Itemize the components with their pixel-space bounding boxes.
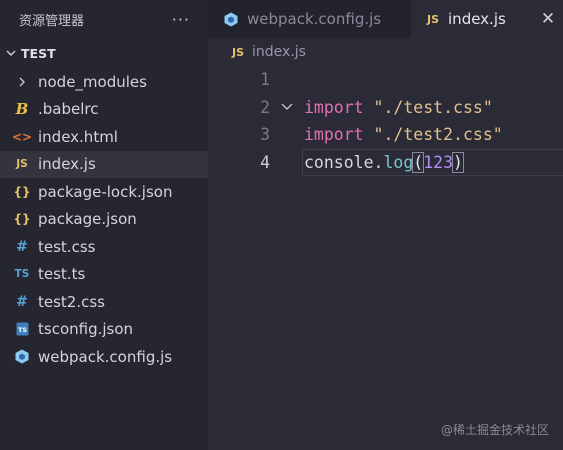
close-icon[interactable]: ✕ bbox=[533, 9, 563, 29]
tree-item-index-html[interactable]: <> index.html bbox=[0, 123, 208, 151]
code-text: import "./test2.css" bbox=[304, 125, 503, 144]
tree-item-package-json[interactable]: {} package.json bbox=[0, 206, 208, 234]
chevron-right-icon bbox=[13, 76, 31, 88]
tree-item-test-css[interactable]: # test.css bbox=[0, 233, 208, 261]
string-token: "./test.css" bbox=[373, 97, 493, 117]
line-number: 4 bbox=[260, 152, 270, 172]
watermark: @稀土掘金技术社区 bbox=[440, 423, 549, 437]
tsconfig-icon: TS bbox=[13, 322, 31, 336]
file-tree: node_modules B .babelrc <> index.html JS… bbox=[0, 68, 208, 371]
css-icon: # bbox=[16, 293, 28, 310]
tab-webpack-config-js[interactable]: webpack.config.js bbox=[208, 0, 411, 38]
explorer-sidebar: 资源管理器 ··· TEST node_modules B .babelrc <… bbox=[0, 0, 208, 450]
paren-close-token: ) bbox=[452, 151, 464, 173]
more-actions-icon[interactable]: ··· bbox=[172, 10, 190, 29]
code-line-2: 2 import "./test.css" bbox=[208, 94, 563, 122]
explorer-header: 资源管理器 ··· bbox=[0, 0, 208, 38]
line-number: 1 bbox=[260, 70, 270, 90]
webpack-icon bbox=[224, 12, 238, 27]
chevron-down-icon[interactable] bbox=[270, 101, 304, 113]
breadcrumb: JS index.js bbox=[208, 38, 563, 66]
json-icon: {} bbox=[13, 212, 31, 227]
tree-item-label: tsconfig.json bbox=[38, 320, 134, 339]
tree-item-label: test.ts bbox=[38, 265, 86, 284]
folder-section-label: TEST bbox=[21, 45, 56, 61]
breadcrumb-file[interactable]: index.js bbox=[252, 44, 306, 60]
tab-label: index.js bbox=[448, 10, 506, 28]
editor-window: 资源管理器 ··· TEST node_modules B .babelrc <… bbox=[0, 0, 563, 450]
tree-item-label: test.css bbox=[38, 237, 96, 256]
svg-text:TS: TS bbox=[17, 326, 26, 334]
tree-item-label: test2.css bbox=[38, 292, 105, 311]
folder-section-test[interactable]: TEST bbox=[0, 38, 208, 68]
tree-item-label: index.js bbox=[38, 155, 96, 174]
keyword-token: import bbox=[304, 125, 364, 145]
tree-item-tsconfig-json[interactable]: TS tsconfig.json bbox=[0, 316, 208, 344]
line-number: 2 bbox=[260, 97, 270, 117]
line-number: 3 bbox=[260, 125, 270, 145]
js-icon: JS bbox=[427, 12, 440, 26]
tree-item-label: package-lock.json bbox=[38, 182, 173, 201]
json-icon: {} bbox=[13, 184, 31, 199]
babel-icon: B bbox=[15, 100, 29, 119]
html-icon: <> bbox=[11, 129, 33, 144]
tree-item-label: index.html bbox=[38, 127, 118, 146]
chevron-down-icon bbox=[4, 47, 18, 59]
tree-item-label: .babelrc bbox=[38, 100, 99, 119]
ts-icon: TS bbox=[14, 268, 30, 281]
object-token: console bbox=[304, 152, 374, 172]
paren-open-token: ( bbox=[412, 151, 425, 173]
code-line-1: 1 bbox=[208, 66, 563, 94]
code-text: import "./test.css" bbox=[304, 98, 493, 117]
code-text: console.log(123) bbox=[304, 151, 464, 173]
function-token: log bbox=[383, 152, 414, 172]
webpack-icon bbox=[13, 349, 31, 364]
tree-item-webpack-config-js[interactable]: webpack.config.js bbox=[0, 343, 208, 371]
tree-item-test-ts[interactable]: TS test.ts bbox=[0, 261, 208, 289]
tree-item-label: package.json bbox=[38, 210, 137, 229]
tree-item-test2-css[interactable]: # test2.css bbox=[0, 288, 208, 316]
editor-tabs: webpack.config.js JS index.js ✕ bbox=[208, 0, 563, 38]
explorer-title: 资源管理器 bbox=[19, 13, 85, 29]
tree-item-node-modules[interactable]: node_modules bbox=[0, 68, 208, 96]
code-line-4: 4 console.log(123) bbox=[208, 148, 563, 177]
code-line-3: 3 import "./test2.css" bbox=[208, 121, 563, 149]
tab-index-js[interactable]: JS index.js ✕ bbox=[411, 0, 563, 38]
tree-item-babelrc[interactable]: B .babelrc bbox=[0, 96, 208, 124]
tree-item-label: node_modules bbox=[38, 72, 147, 91]
tab-label: webpack.config.js bbox=[247, 10, 382, 28]
js-icon: JS bbox=[16, 158, 28, 171]
keyword-token: import bbox=[304, 97, 364, 117]
number-token: 123 bbox=[423, 152, 454, 172]
js-icon: JS bbox=[232, 45, 245, 59]
tree-item-label: webpack.config.js bbox=[38, 347, 173, 366]
tree-item-index-js[interactable]: JS index.js bbox=[0, 150, 208, 178]
code-editor[interactable]: 1 2 import "./test.css" 3 import "./test… bbox=[208, 66, 563, 176]
string-token: "./test2.css" bbox=[373, 125, 503, 145]
css-icon: # bbox=[16, 238, 28, 255]
tree-item-package-lock-json[interactable]: {} package-lock.json bbox=[0, 178, 208, 206]
dot-token: . bbox=[373, 152, 384, 172]
